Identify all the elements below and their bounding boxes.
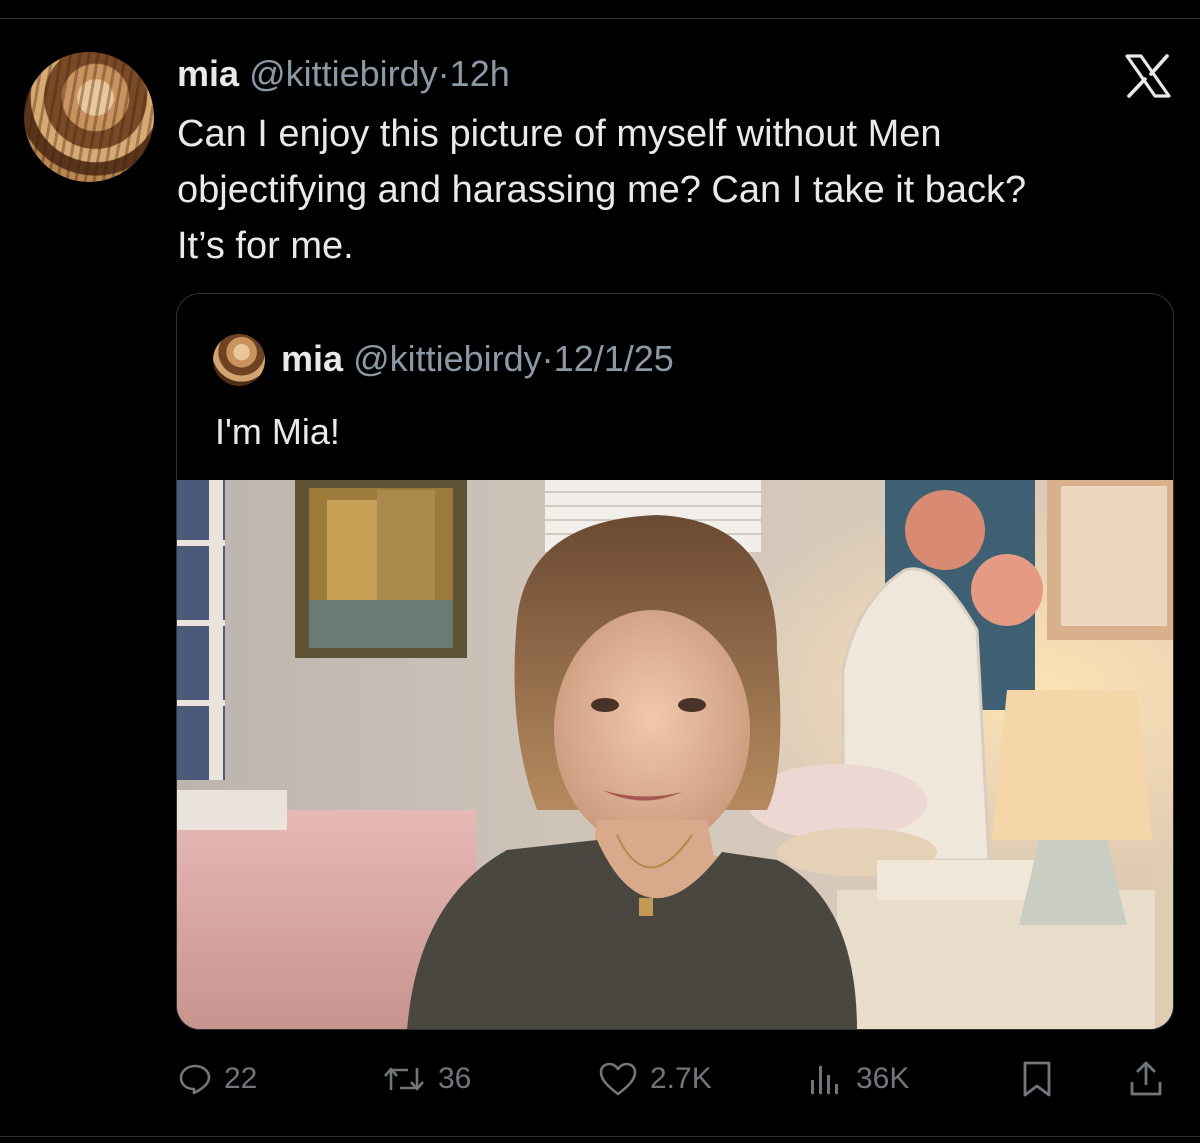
tweet-text: Can I enjoy this picture of myself witho… <box>177 113 1027 267</box>
author-name[interactable]: mia <box>177 53 239 94</box>
quoted-tweet-text: I'm Mia! <box>215 411 340 452</box>
quoted-author-avatar[interactable] <box>213 334 265 386</box>
quoted-author-name[interactable]: mia <box>281 338 343 379</box>
reply-icon <box>179 1064 211 1095</box>
views-chart-icon <box>811 1066 838 1094</box>
tweet-photo[interactable] <box>177 480 1174 1030</box>
x-logo-icon <box>1125 54 1171 98</box>
bookmark-button[interactable] <box>1020 1054 1066 1104</box>
repost-count: 36 <box>438 1062 472 1095</box>
like-count: 2.7K <box>650 1062 712 1095</box>
tweet-header: mia @kittiebirdy·12h <box>177 52 510 96</box>
quoted-tweet-header: mia @kittiebirdy·12/1/25 <box>281 336 674 382</box>
author-handle[interactable]: @kittiebirdy <box>249 53 438 94</box>
quoted-author-handle[interactable]: @kittiebirdy <box>353 338 542 379</box>
quoted-tweet[interactable]: mia @kittiebirdy·12/1/25 I'm Mia! <box>176 293 1174 1030</box>
share-button[interactable] <box>1128 1054 1176 1104</box>
bookmark-icon <box>1023 1061 1051 1097</box>
views-button[interactable]: 36K <box>806 1054 909 1104</box>
bottom-divider <box>0 1136 1200 1137</box>
heart-icon <box>599 1062 637 1096</box>
repost-icon <box>384 1067 424 1091</box>
repost-button[interactable]: 36 <box>382 1054 471 1104</box>
tweet-actions: 22 36 2.7K 36K <box>0 1054 1200 1104</box>
quoted-separator-dot: · <box>541 338 554 379</box>
author-avatar[interactable] <box>24 52 154 182</box>
reply-button[interactable]: 22 <box>178 1054 257 1104</box>
separator-dot: · <box>437 53 450 94</box>
like-button[interactable]: 2.7K <box>598 1054 712 1104</box>
views-count: 36K <box>856 1062 910 1095</box>
share-icon <box>1130 1061 1162 1096</box>
tweet-time[interactable]: 12h <box>450 53 510 94</box>
top-divider <box>0 18 1200 19</box>
reply-count: 22 <box>224 1062 258 1095</box>
quoted-tweet-date[interactable]: 12/1/25 <box>554 338 674 379</box>
